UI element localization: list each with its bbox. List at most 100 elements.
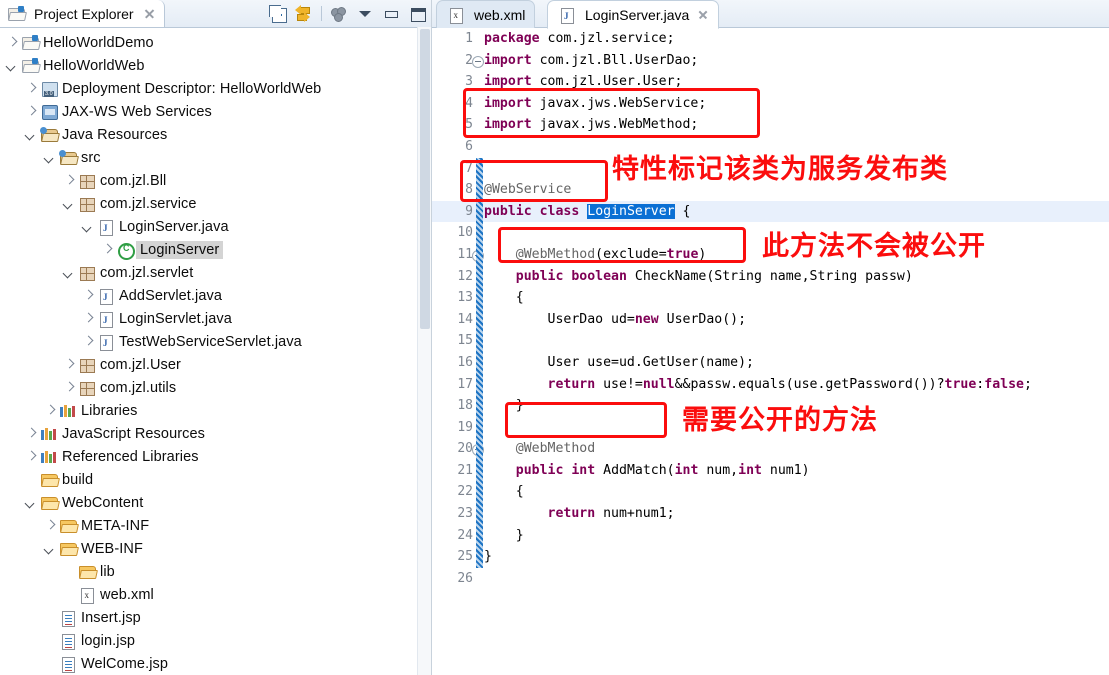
collapse-all-icon[interactable]	[269, 5, 287, 23]
chevron-down-icon[interactable]	[42, 150, 58, 166]
folder-icon	[39, 471, 60, 488]
library-icon	[39, 448, 59, 465]
tab-project-explorer[interactable]: Project Explorer	[0, 0, 165, 27]
tree-item[interactable]: com.jzl.User	[0, 353, 432, 376]
tree-item[interactable]: LoginServlet.java	[0, 307, 432, 330]
line-number: 19	[457, 419, 473, 435]
line-number: 6	[465, 138, 473, 154]
tree-item-label: com.jzl.servlet	[100, 264, 194, 281]
chevron-down-icon[interactable]	[42, 541, 58, 557]
tree-item[interactable]: com.jzl.servlet	[0, 261, 432, 284]
tree-item[interactable]: Referenced Libraries	[0, 445, 432, 468]
tree-item[interactable]: build	[0, 468, 432, 491]
code-text: {	[484, 484, 524, 500]
close-icon[interactable]	[697, 9, 709, 21]
code-line[interactable]: 24 }	[432, 525, 1109, 547]
code-line[interactable]: 16 User use=ud.GetUser(name);	[432, 352, 1109, 374]
tree-item[interactable]: WebContent	[0, 491, 432, 514]
view-menu-icon[interactable]	[357, 5, 374, 22]
tree-item[interactable]: Java Resources	[0, 123, 432, 146]
code-line[interactable]: 9 public class LoginServer {	[432, 200, 1109, 223]
code-line[interactable]: 2 import com.jzl.Bll.UserDao;	[432, 50, 1109, 72]
tree-item[interactable]: web.xml	[0, 583, 432, 606]
tree-item-label: HelloWorldDemo	[43, 34, 154, 51]
chevron-right-icon[interactable]	[23, 104, 39, 120]
explorer-scrollbar[interactable]	[417, 27, 432, 675]
code-line[interactable]: 13 {	[432, 287, 1109, 309]
tree-item[interactable]: Libraries	[0, 399, 432, 422]
tree-item[interactable]: Deployment Descriptor: HelloWorldWeb	[0, 77, 432, 100]
tree-item[interactable]: AddServlet.java	[0, 284, 432, 307]
tree-item[interactable]: lib	[0, 560, 432, 583]
chevron-right-icon[interactable]	[4, 35, 20, 51]
chevron-right-icon[interactable]	[61, 380, 77, 396]
tree-item[interactable]: LoginServer.java	[0, 215, 432, 238]
tree-item[interactable]: com.jzl.Bll	[0, 169, 432, 192]
chevron-right-icon[interactable]	[80, 311, 96, 327]
tree-item[interactable]: JAX-WS Web Services	[0, 100, 432, 123]
eclipse-ide-window: Project Explorer HelloWorldDemo HelloWor…	[0, 0, 1109, 675]
tree-item-label: lib	[100, 563, 115, 580]
code-line[interactable]: 1 package com.jzl.service;	[432, 28, 1109, 50]
chevron-down-icon[interactable]	[23, 127, 39, 143]
chevron-right-icon[interactable]	[80, 334, 96, 350]
tree-item[interactable]: HelloWorldDemo	[0, 31, 432, 54]
chevron-right-icon[interactable]	[23, 81, 39, 97]
tree-item[interactable]: com.jzl.service	[0, 192, 432, 215]
link-with-editor-icon[interactable]	[295, 5, 312, 22]
code-text: public int AddMatch(int num,int num1)	[515, 462, 810, 478]
editor-tab-active[interactable]: LoginServer.java	[547, 0, 720, 29]
tree-item[interactable]: LoginServer	[0, 238, 432, 261]
chevron-right-icon[interactable]	[42, 403, 58, 419]
tree-item[interactable]: com.jzl.utils	[0, 376, 432, 399]
tree-item[interactable]: HelloWorldWeb	[0, 54, 432, 77]
code-line[interactable]: 26	[432, 568, 1109, 590]
line-number: 15	[457, 333, 473, 349]
folder-icon	[77, 563, 98, 580]
tree-item[interactable]: WelCome.jsp	[0, 652, 432, 675]
close-icon[interactable]	[143, 7, 156, 20]
chevron-right-icon[interactable]	[61, 173, 77, 189]
maximize-icon[interactable]	[409, 5, 426, 22]
code-line[interactable]: 15	[432, 330, 1109, 352]
line-number: 10	[457, 225, 473, 241]
editor-tab-inactive[interactable]: web.xml	[436, 0, 536, 28]
tree-item[interactable]: WEB-INF	[0, 537, 432, 560]
code-line[interactable]: 20 @WebMethod	[432, 438, 1109, 460]
fold-toggle-icon[interactable]	[472, 55, 484, 68]
filters-icon[interactable]	[331, 6, 348, 22]
code-text: @WebMethod	[515, 441, 596, 457]
explorer-scrollbar-thumb[interactable]	[420, 29, 430, 329]
tree-item[interactable]: META-INF	[0, 514, 432, 537]
chevron-down-icon[interactable]	[23, 495, 39, 511]
code-line[interactable]: 14 UserDao ud=new UserDao();	[432, 309, 1109, 331]
tree-item[interactable]: JavaScript Resources	[0, 422, 432, 445]
minimize-icon[interactable]	[383, 5, 400, 22]
code-line[interactable]: 12 public boolean CheckName(String name,…	[432, 266, 1109, 288]
code-line[interactable]: 22 {	[432, 481, 1109, 503]
tree-item[interactable]: login.jsp	[0, 629, 432, 652]
chevron-down-icon[interactable]	[61, 196, 77, 212]
tree-item-label: HelloWorldWeb	[43, 57, 145, 74]
tree-item-label: Deployment Descriptor: HelloWorldWeb	[62, 80, 322, 97]
chevron-down-icon[interactable]	[80, 219, 96, 235]
chevron-down-icon[interactable]	[4, 58, 20, 74]
code-line[interactable]: 17 return use!=null&&passw.equals(use.ge…	[432, 374, 1109, 396]
tree-item-label: Referenced Libraries	[62, 448, 199, 465]
chevron-down-icon[interactable]	[61, 265, 77, 281]
chevron-right-icon[interactable]	[61, 357, 77, 373]
code-line[interactable]: 25}	[432, 546, 1109, 568]
tree-item[interactable]: src	[0, 146, 432, 169]
chevron-right-icon[interactable]	[80, 288, 96, 304]
chevron-right-icon[interactable]	[23, 426, 39, 442]
chevron-right-icon[interactable]	[42, 518, 58, 534]
tree-item[interactable]: TestWebServiceServlet.java	[0, 330, 432, 353]
chevron-right-icon[interactable]	[99, 242, 115, 258]
chevron-right-icon[interactable]	[23, 449, 39, 465]
project-tree[interactable]: HelloWorldDemo HelloWorldWeb Deployment De…	[0, 28, 432, 675]
code-line[interactable]: 23 return num+num1;	[432, 503, 1109, 525]
tree-item[interactable]: Insert.jsp	[0, 606, 432, 629]
code-line[interactable]: 21 public int AddMatch(int num,int num1)	[432, 460, 1109, 482]
